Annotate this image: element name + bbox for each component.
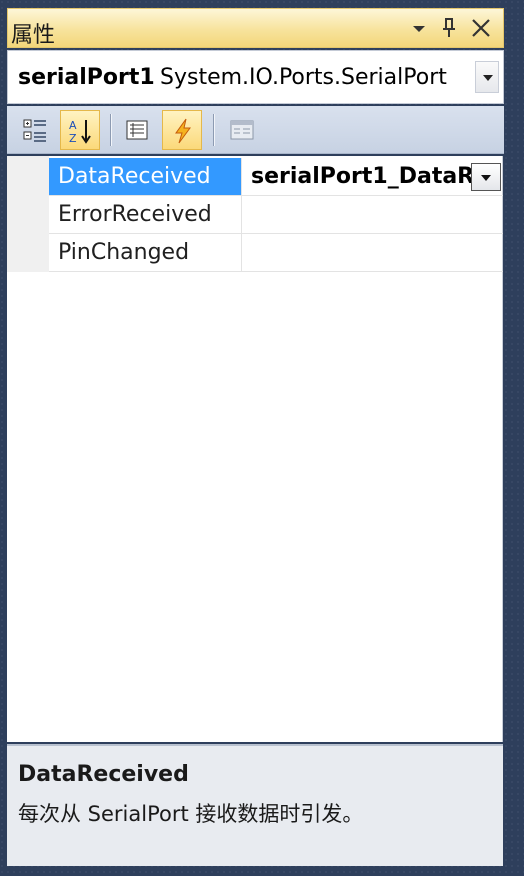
event-row-datareceived[interactable]: DataReceived serialPort1_DataR bbox=[49, 158, 503, 196]
property-pages-icon bbox=[230, 120, 254, 140]
toolbar-separator bbox=[110, 114, 111, 146]
properties-button[interactable] bbox=[117, 110, 157, 150]
close-icon[interactable] bbox=[468, 15, 494, 41]
object-selector-dropdown-button[interactable] bbox=[475, 61, 499, 93]
event-name[interactable]: PinChanged bbox=[49, 234, 242, 271]
toolbar-separator bbox=[213, 114, 214, 146]
object-type: System.IO.Ports.SerialPort bbox=[160, 65, 447, 90]
event-handler-value[interactable] bbox=[243, 234, 503, 271]
svg-text:A: A bbox=[69, 119, 77, 132]
event-name[interactable]: DataReceived bbox=[49, 158, 242, 195]
chevron-down-icon bbox=[481, 175, 491, 181]
properties-icon bbox=[126, 120, 148, 140]
svg-text:Z: Z bbox=[69, 132, 77, 145]
event-handler-text: serialPort1_DataR bbox=[251, 164, 475, 189]
description-panel: DataReceived 每次从 SerialPort 接收数据时引发。 bbox=[7, 744, 503, 866]
chevron-down-icon[interactable] bbox=[406, 15, 432, 41]
event-name[interactable]: ErrorReceived bbox=[49, 196, 242, 233]
window-title: 属性 bbox=[11, 23, 56, 48]
events-lightning-icon bbox=[175, 118, 191, 144]
event-row-errorreceived[interactable]: ErrorReceived bbox=[49, 196, 503, 234]
chevron-down-icon bbox=[483, 75, 493, 81]
alphabetical-button[interactable]: A Z bbox=[60, 110, 100, 150]
events-button[interactable] bbox=[162, 110, 202, 150]
property-pages-button[interactable] bbox=[222, 110, 262, 150]
tool-window-frame: 属性 serialPort1 System.IO.Ports.SerialPor… bbox=[0, 0, 524, 876]
object-name: serialPort1 bbox=[18, 65, 155, 90]
categorized-button[interactable] bbox=[15, 110, 55, 150]
object-selector[interactable]: serialPort1 System.IO.Ports.SerialPort bbox=[7, 50, 504, 104]
description-title: DataReceived bbox=[18, 762, 189, 787]
property-toolbar: A Z bbox=[7, 106, 504, 154]
event-row-pinchanged[interactable]: PinChanged bbox=[49, 234, 503, 272]
pin-icon[interactable] bbox=[436, 15, 462, 41]
description-text: 每次从 SerialPort 接收数据时引发。 bbox=[18, 802, 364, 826]
handler-dropdown-button[interactable] bbox=[471, 163, 501, 191]
event-handler-value[interactable] bbox=[243, 196, 503, 233]
window-title-bar[interactable]: 属性 bbox=[7, 8, 504, 48]
categorized-icon bbox=[23, 119, 46, 142]
event-handler-value[interactable]: serialPort1_DataR bbox=[243, 158, 503, 195]
grid-gutter bbox=[7, 156, 49, 272]
alphabetical-sort-icon: A Z bbox=[69, 119, 91, 145]
property-grid: DataReceived serialPort1_DataR ErrorRece… bbox=[7, 156, 503, 742]
